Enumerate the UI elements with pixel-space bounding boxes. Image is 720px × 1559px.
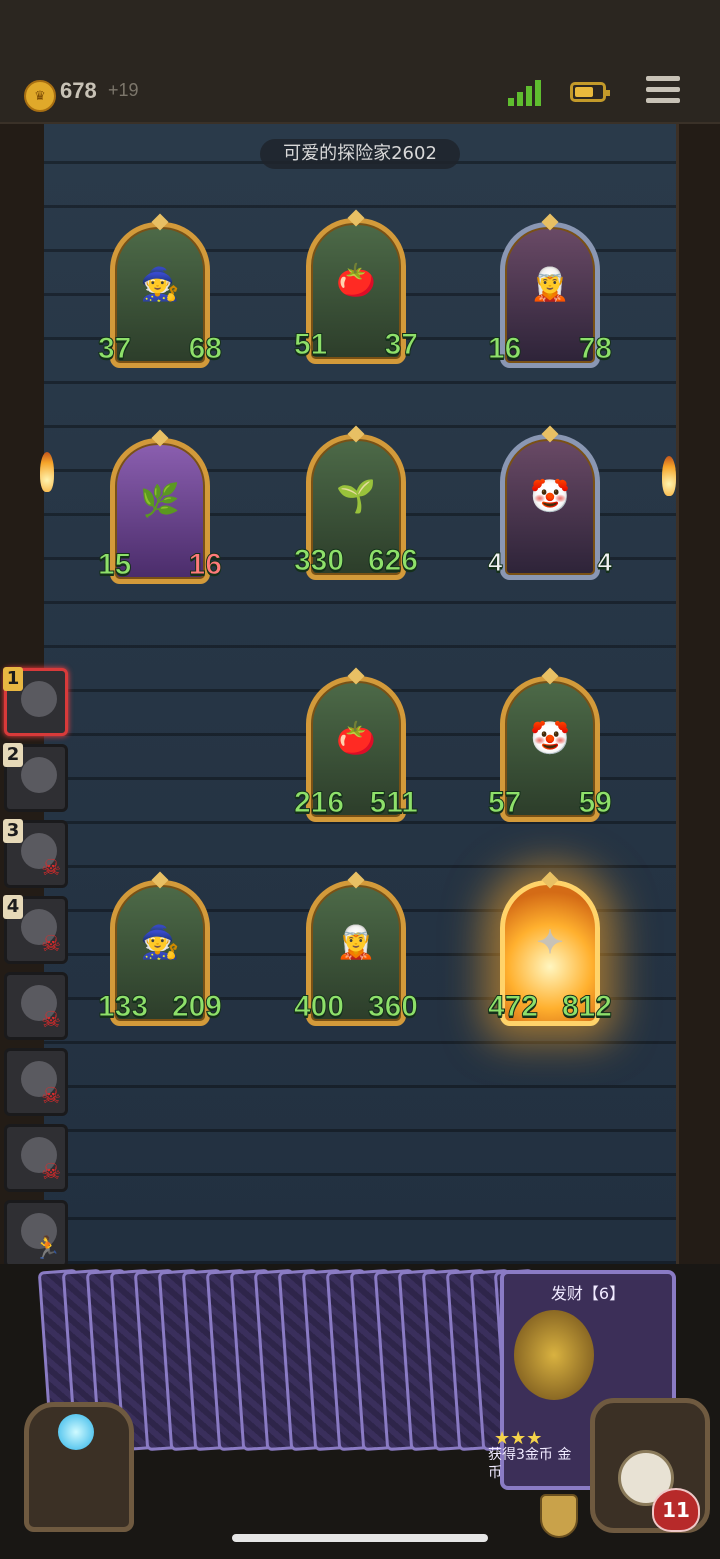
menu-icon[interactable] <box>646 76 680 108</box>
health-value: 78 <box>571 332 613 370</box>
party-slot[interactable]: ☠ <box>4 972 68 1040</box>
attack-value: 4 <box>487 547 530 585</box>
clown-icon: 🤡 <box>530 719 570 757</box>
lightning-orb-icon <box>58 1414 94 1450</box>
attack-value: 37 <box>97 332 139 370</box>
player-card-tomato[interactable]: 🍅 216 511 <box>293 667 419 824</box>
health-value: 812 <box>561 990 613 1028</box>
right-pillar <box>676 124 720 1264</box>
hand-card-title: 发财【6】 <box>550 1284 626 1303</box>
witch-icon: 🧙 <box>140 923 180 961</box>
torch-icon <box>662 456 676 496</box>
health-value: 16 <box>181 548 223 586</box>
party-slot[interactable]: ☠ <box>4 1048 68 1116</box>
health-value: 37 <box>377 328 419 366</box>
player-hero[interactable] <box>4 1392 154 1532</box>
enemy-card-vine[interactable]: 🌿 15 16 <box>97 429 223 586</box>
party-slot[interactable]: 2 <box>3 743 68 812</box>
enemy-card-clown[interactable]: 🤡 4 4 <box>487 425 613 585</box>
clock-icon <box>21 757 57 793</box>
hero-health: 11 <box>652 1488 700 1532</box>
enemy-card-witch[interactable]: 🧙 37 68 <box>97 213 223 370</box>
vine-icon: 🌿 <box>140 481 180 519</box>
attack-value: 51 <box>293 328 335 366</box>
top-bar: ♛ 678 +19 <box>0 0 720 126</box>
elf-icon: 🧝 <box>336 923 376 961</box>
player-card-witch[interactable]: 🧙 133 209 <box>97 871 223 1028</box>
witch-icon: 🧙 <box>140 265 180 303</box>
party-slot[interactable]: ☠ <box>4 1124 68 1192</box>
enemy-card-tomato[interactable]: 🍅 51 37 <box>293 209 419 366</box>
health-value: 511 <box>369 786 419 824</box>
tomato-icon: 🍅 <box>336 261 376 299</box>
party-slot[interactable]: 3 ☠ <box>3 819 68 888</box>
home-indicator[interactable] <box>232 1534 488 1542</box>
skull-icon: ☠ <box>41 1084 61 1109</box>
party-slot[interactable]: 4 ☠ <box>3 895 68 964</box>
attack-value: 400 <box>293 990 345 1028</box>
player-card-clown[interactable]: 🤡 57 59 <box>487 667 613 824</box>
opponent-name: 可爱的探险家2602 <box>260 139 460 169</box>
health-value: 626 <box>367 544 419 582</box>
attack-value: 330 <box>293 544 345 582</box>
attack-value: 133 <box>97 990 149 1028</box>
player-card-glowing[interactable]: ✦ 472 812 <box>487 871 613 1028</box>
attack-value: 57 <box>487 786 529 824</box>
torch-icon <box>40 452 54 492</box>
health-value: 59 <box>571 786 613 824</box>
attack-value: 16 <box>487 332 529 370</box>
treasure-chest-icon <box>514 1310 594 1400</box>
coin-icon: ♛ <box>24 80 56 112</box>
health-value: 68 <box>181 332 223 370</box>
player-card-elf[interactable]: 🧝 400 360 <box>293 871 419 1028</box>
clown-icon: 🤡 <box>530 477 570 515</box>
attack-value: 216 <box>293 786 345 824</box>
skull-icon: ☠ <box>41 856 61 881</box>
leaf-girl-icon: 🌱 <box>336 477 376 515</box>
enemy-card-elf[interactable]: 🧝 16 78 <box>487 213 613 370</box>
skull-icon: ☠ <box>41 1160 61 1185</box>
attack-value: 472 <box>487 990 539 1028</box>
skull-icon: ☠ <box>41 1008 61 1033</box>
battery-icon <box>570 82 610 102</box>
gold-count: 678 <box>60 78 97 103</box>
runner-icon: 🏃 <box>33 1236 61 1261</box>
cat-icon <box>21 681 57 717</box>
shield-icon[interactable] <box>540 1494 578 1538</box>
health-value: 209 <box>171 990 223 1028</box>
party-slot[interactable]: 🏃 <box>4 1200 68 1268</box>
hand-card-text: 获得3金币 金币 <box>488 1447 572 1481</box>
enemy-card-leaf-girl[interactable]: 🌱 330 626 <box>293 425 419 582</box>
party-slot[interactable]: 1 <box>3 667 68 736</box>
fire-icon: ✦ <box>536 924 564 960</box>
attack-value: 15 <box>97 548 139 586</box>
gold-delta: +19 <box>108 80 139 100</box>
skull-icon: ☠ <box>41 932 61 957</box>
signal-icon <box>508 80 542 106</box>
health-value: 360 <box>367 990 419 1028</box>
health-value: 4 <box>571 547 613 585</box>
elf-icon: 🧝 <box>530 265 570 303</box>
tomato-icon: 🍅 <box>336 719 376 757</box>
